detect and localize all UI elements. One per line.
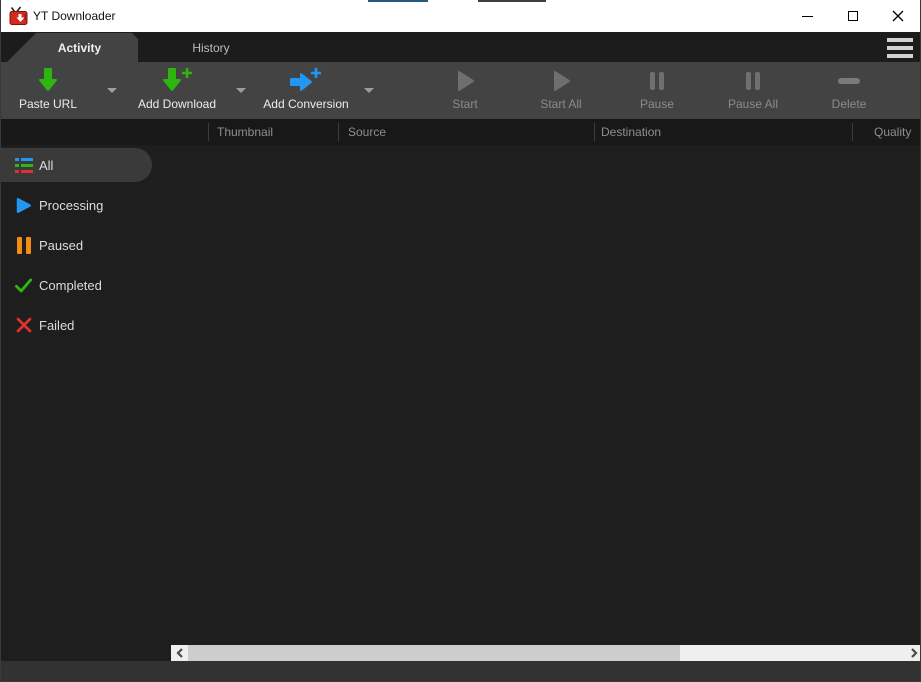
pause-icon	[743, 69, 763, 93]
pause-label: Pause	[640, 97, 674, 111]
delete-label: Delete	[832, 97, 867, 111]
column-separator	[208, 123, 209, 141]
add-conversion-button[interactable]: Add Conversion	[257, 64, 355, 117]
green-check-icon	[14, 276, 33, 295]
sidebar-item-label: All	[39, 158, 53, 173]
sidebar-item-label: Failed	[39, 318, 74, 333]
play-icon	[453, 69, 477, 93]
minimize-icon	[802, 16, 813, 17]
screen-edge-artifact	[368, 0, 428, 2]
sidebar-item-completed[interactable]: Completed	[1, 265, 171, 305]
hamburger-icon	[887, 38, 913, 42]
title-bar: YT Downloader	[1, 0, 920, 32]
chevron-right-icon	[910, 648, 918, 658]
column-header-source[interactable]: Source	[348, 119, 386, 145]
screen-edge-artifact	[478, 0, 546, 2]
sidebar-item-paused[interactable]: Paused	[1, 225, 171, 265]
maximize-button[interactable]	[830, 0, 875, 32]
multicolor-list-icon	[14, 156, 33, 175]
table-header: Thumbnail Source Destination Quality	[1, 119, 920, 145]
minus-icon	[836, 69, 862, 93]
paste-url-button[interactable]: Paste URL	[5, 64, 91, 117]
convert-arrow-plus-icon	[289, 67, 323, 94]
pause-icon	[647, 69, 667, 93]
chevron-down-icon	[364, 88, 374, 93]
play-icon	[549, 69, 573, 93]
column-header-quality[interactable]: Quality	[874, 119, 911, 145]
close-button[interactable]	[875, 0, 920, 32]
start-button[interactable]: Start	[417, 64, 513, 117]
column-separator	[594, 123, 595, 141]
column-header-thumbnail[interactable]: Thumbnail	[217, 119, 273, 145]
scroll-left-button[interactable]	[171, 645, 188, 661]
download-list-area: All Processing Paused Completed	[1, 145, 920, 645]
bottom-status-strip	[1, 661, 920, 682]
tab-activity-label: Activity	[44, 41, 101, 55]
scroll-right-button[interactable]	[905, 645, 921, 661]
add-download-label: Add Download	[138, 97, 216, 111]
toolbar: Paste URL Add Download	[1, 62, 920, 119]
paste-url-label: Paste URL	[19, 97, 77, 111]
paste-url-dropdown[interactable]	[95, 64, 129, 117]
sidebar-item-failed[interactable]: Failed	[1, 305, 171, 345]
column-header-destination[interactable]: Destination	[601, 119, 661, 145]
add-download-dropdown[interactable]	[225, 64, 257, 117]
maximize-icon	[848, 11, 858, 21]
tab-bar: Activity History	[1, 32, 920, 62]
tab-activity[interactable]: Activity	[7, 33, 138, 62]
app-window: YT Downloader Activity History	[0, 0, 921, 682]
add-conversion-dropdown[interactable]	[355, 64, 383, 117]
chevron-down-icon	[107, 88, 117, 93]
column-separator	[852, 123, 853, 141]
sidebar-item-label: Completed	[39, 278, 102, 293]
window-title: YT Downloader	[33, 0, 116, 32]
window-controls	[785, 0, 920, 32]
horizontal-scrollbar[interactable]	[171, 645, 921, 661]
tab-history[interactable]: History	[151, 33, 271, 62]
start-label: Start	[452, 97, 477, 111]
tab-history-label: History	[192, 41, 229, 55]
minimize-button[interactable]	[785, 0, 830, 32]
sidebar-item-label: Processing	[39, 198, 103, 213]
add-conversion-label: Add Conversion	[263, 97, 348, 111]
add-download-button[interactable]: Add Download	[131, 64, 223, 117]
chevron-left-icon	[176, 648, 184, 658]
sidebar-item-all[interactable]: All	[1, 145, 171, 185]
menu-button[interactable]	[885, 37, 915, 59]
chevron-down-icon	[236, 88, 246, 93]
delete-all-button[interactable]: Delete All	[897, 64, 921, 117]
download-plus-icon	[160, 67, 194, 94]
column-separator	[338, 123, 339, 141]
download-arrow-icon	[36, 67, 60, 94]
pause-button[interactable]: Pause	[609, 64, 705, 117]
scrollbar-thumb[interactable]	[188, 645, 680, 661]
start-all-button[interactable]: Start All	[513, 64, 609, 117]
blue-play-icon	[14, 196, 33, 215]
red-x-icon	[14, 316, 33, 335]
sidebar-item-processing[interactable]: Processing	[1, 185, 171, 225]
start-all-label: Start All	[540, 97, 581, 111]
orange-pause-icon	[14, 236, 33, 255]
pause-all-label: Pause All	[728, 97, 778, 111]
app-logo-tv-icon	[9, 6, 29, 26]
close-icon	[892, 10, 904, 22]
sidebar-item-label: Paused	[39, 238, 83, 253]
delete-button[interactable]: Delete	[801, 64, 897, 117]
pause-all-button[interactable]: Pause All	[705, 64, 801, 117]
